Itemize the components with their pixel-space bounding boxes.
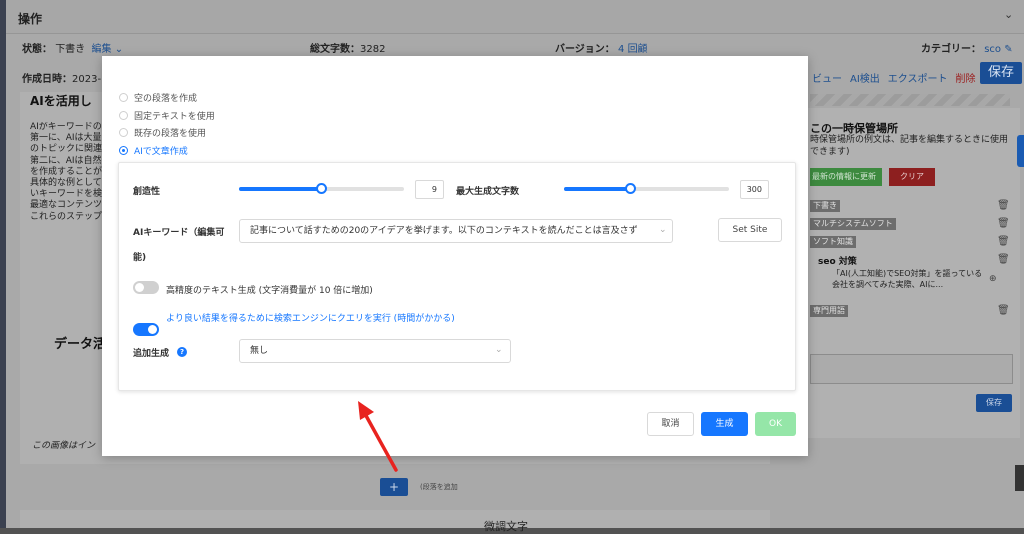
radio-icon[interactable] — [119, 127, 128, 137]
bottom-panel — [20, 510, 770, 528]
trash-icon[interactable]: 🗑 — [997, 305, 1010, 316]
radio-icon[interactable] — [119, 110, 128, 120]
scroll-handle[interactable] — [1015, 465, 1024, 491]
storage-save-button[interactable]: 保存 — [976, 394, 1012, 412]
trash-icon[interactable]: 🗑 — [997, 200, 1010, 211]
keyword-select[interactable]: 記事について話すための20のアイデアを挙げます。以下のコンテキストを読んだことは… — [239, 219, 673, 243]
max-chars-label: 最大生成文字数 — [456, 187, 520, 197]
version-field: バージョン： 4 回顧 — [555, 44, 648, 55]
storage-tag[interactable]: 専門用語 — [810, 305, 848, 317]
search-engine-label: より良い結果を得るために検索エンジンにクエリを実行 (時間がかかる) — [166, 314, 455, 324]
set-site-button[interactable]: Set Site — [718, 218, 782, 242]
category-field: カテゴリー： sco ✎ — [921, 44, 1013, 55]
collapse-chevron-icon[interactable]: ⌄ — [1004, 8, 1013, 21]
add-circle-icon[interactable]: ⊕ — [989, 274, 997, 284]
bottom-label: 微調文字 — [484, 520, 528, 533]
trash-icon[interactable]: 🗑 — [997, 236, 1010, 247]
creativity-input[interactable]: 9 — [415, 180, 444, 199]
max-chars-slider-fill — [564, 187, 630, 191]
cancel-button[interactable]: 取消 — [647, 412, 694, 436]
option-fixed-text[interactable]: 固定テキストを使用 — [119, 108, 215, 122]
high-precision-toggle[interactable] — [133, 281, 159, 294]
option-empty-paragraph[interactable]: 空の段落を作成 — [119, 90, 197, 104]
option-existing-paragraph[interactable]: 既存の段落を使用 — [119, 125, 206, 139]
chevron-down-icon: ⌄ — [659, 225, 667, 235]
decorative-stripe — [810, 94, 1010, 106]
search-engine-toggle[interactable] — [133, 323, 159, 336]
data-section-heading: データ活 — [54, 337, 107, 352]
generate-button[interactable]: 生成 — [701, 412, 748, 436]
chevron-down-icon: ⌄ — [114, 44, 124, 55]
additional-generation-label: 追加生成 — [133, 349, 170, 359]
radio-icon[interactable] — [119, 92, 128, 102]
storage-tag[interactable]: マルチシステムソフト — [810, 218, 896, 230]
edit-pencil-icon[interactable]: ✎ — [1004, 44, 1012, 55]
operations-header — [6, 0, 1024, 34]
update-button[interactable]: 最新の情報に更新 — [810, 168, 882, 186]
export-link[interactable]: エクスポート — [888, 70, 948, 85]
seo-item-title: seo 対策 — [818, 257, 857, 267]
temp-storage-description: 時保管場所の例文は、記事を編集するときに使用できます) — [810, 135, 1009, 157]
ai-detect-link[interactable]: AI検出 — [850, 70, 880, 85]
creativity-slider-handle[interactable] — [316, 183, 327, 194]
storage-tag[interactable]: ソフト知識 — [810, 236, 856, 248]
high-precision-label: 高精度のテキスト生成 (文字消費量が 10 倍に増加) — [166, 286, 373, 296]
max-chars-slider-handle[interactable] — [624, 183, 636, 194]
save-button[interactable]: 保存 — [980, 62, 1022, 84]
char-count: 総文字数：3282 — [310, 44, 386, 55]
preview-link[interactable]: ビュー — [812, 70, 842, 85]
editor-toolbar: ビュー AI検出 エクスポート 削除 — [812, 70, 976, 85]
status-edit-link[interactable]: 編集 — [92, 44, 112, 55]
creativity-slider-fill — [239, 187, 322, 191]
storage-tag[interactable]: 下書き — [810, 200, 840, 212]
delete-link[interactable]: 削除 — [956, 70, 976, 85]
storage-textarea[interactable] — [810, 354, 1013, 384]
add-paragraph-button[interactable]: + — [380, 478, 408, 496]
option-ai-writing[interactable]: AIで文章作成 — [119, 143, 188, 157]
radio-selected-icon[interactable] — [119, 145, 128, 155]
status-field: 状態： 下書き 編集 ⌄ — [22, 44, 124, 55]
keyword-label: AIキーワード（編集可 — [133, 228, 225, 238]
clear-button[interactable]: クリア — [889, 168, 935, 186]
editor-heading: AIを活用し — [30, 94, 92, 108]
created-date: 作成日時：2023- — [22, 74, 102, 85]
max-chars-slider[interactable] — [564, 187, 729, 191]
annotation-arrow-icon — [358, 401, 398, 472]
seo-item-description: 「AI(人工知能)でSEO対策」を謳っている会社を調べてみた実際、AIに... — [832, 269, 983, 289]
help-icon[interactable]: ? — [177, 347, 187, 357]
add-paragraph-note: (段落を追加 — [420, 483, 458, 491]
trash-icon[interactable]: 🗑 — [997, 218, 1010, 229]
version-history-link[interactable]: 回顧 — [628, 44, 648, 55]
chevron-down-icon: ⌄ — [495, 345, 503, 355]
keyword-label-continued: 能) — [133, 253, 147, 263]
editor-body[interactable]: AIがキーワードの 第一に、AIは大量 のトピックに関連 第二に、AIは自然 を… — [30, 122, 110, 223]
additional-generation-select[interactable]: 無し — [239, 339, 511, 363]
trash-icon[interactable]: 🗑 — [997, 254, 1010, 265]
ok-button[interactable]: OK — [755, 412, 796, 436]
side-panel-handle[interactable] — [1017, 135, 1024, 167]
image-caption: この画像はイン — [32, 441, 96, 451]
operations-title: 操作 — [18, 12, 43, 26]
max-chars-input[interactable]: 300 — [740, 180, 769, 199]
creativity-label: 創造性 — [133, 187, 161, 197]
